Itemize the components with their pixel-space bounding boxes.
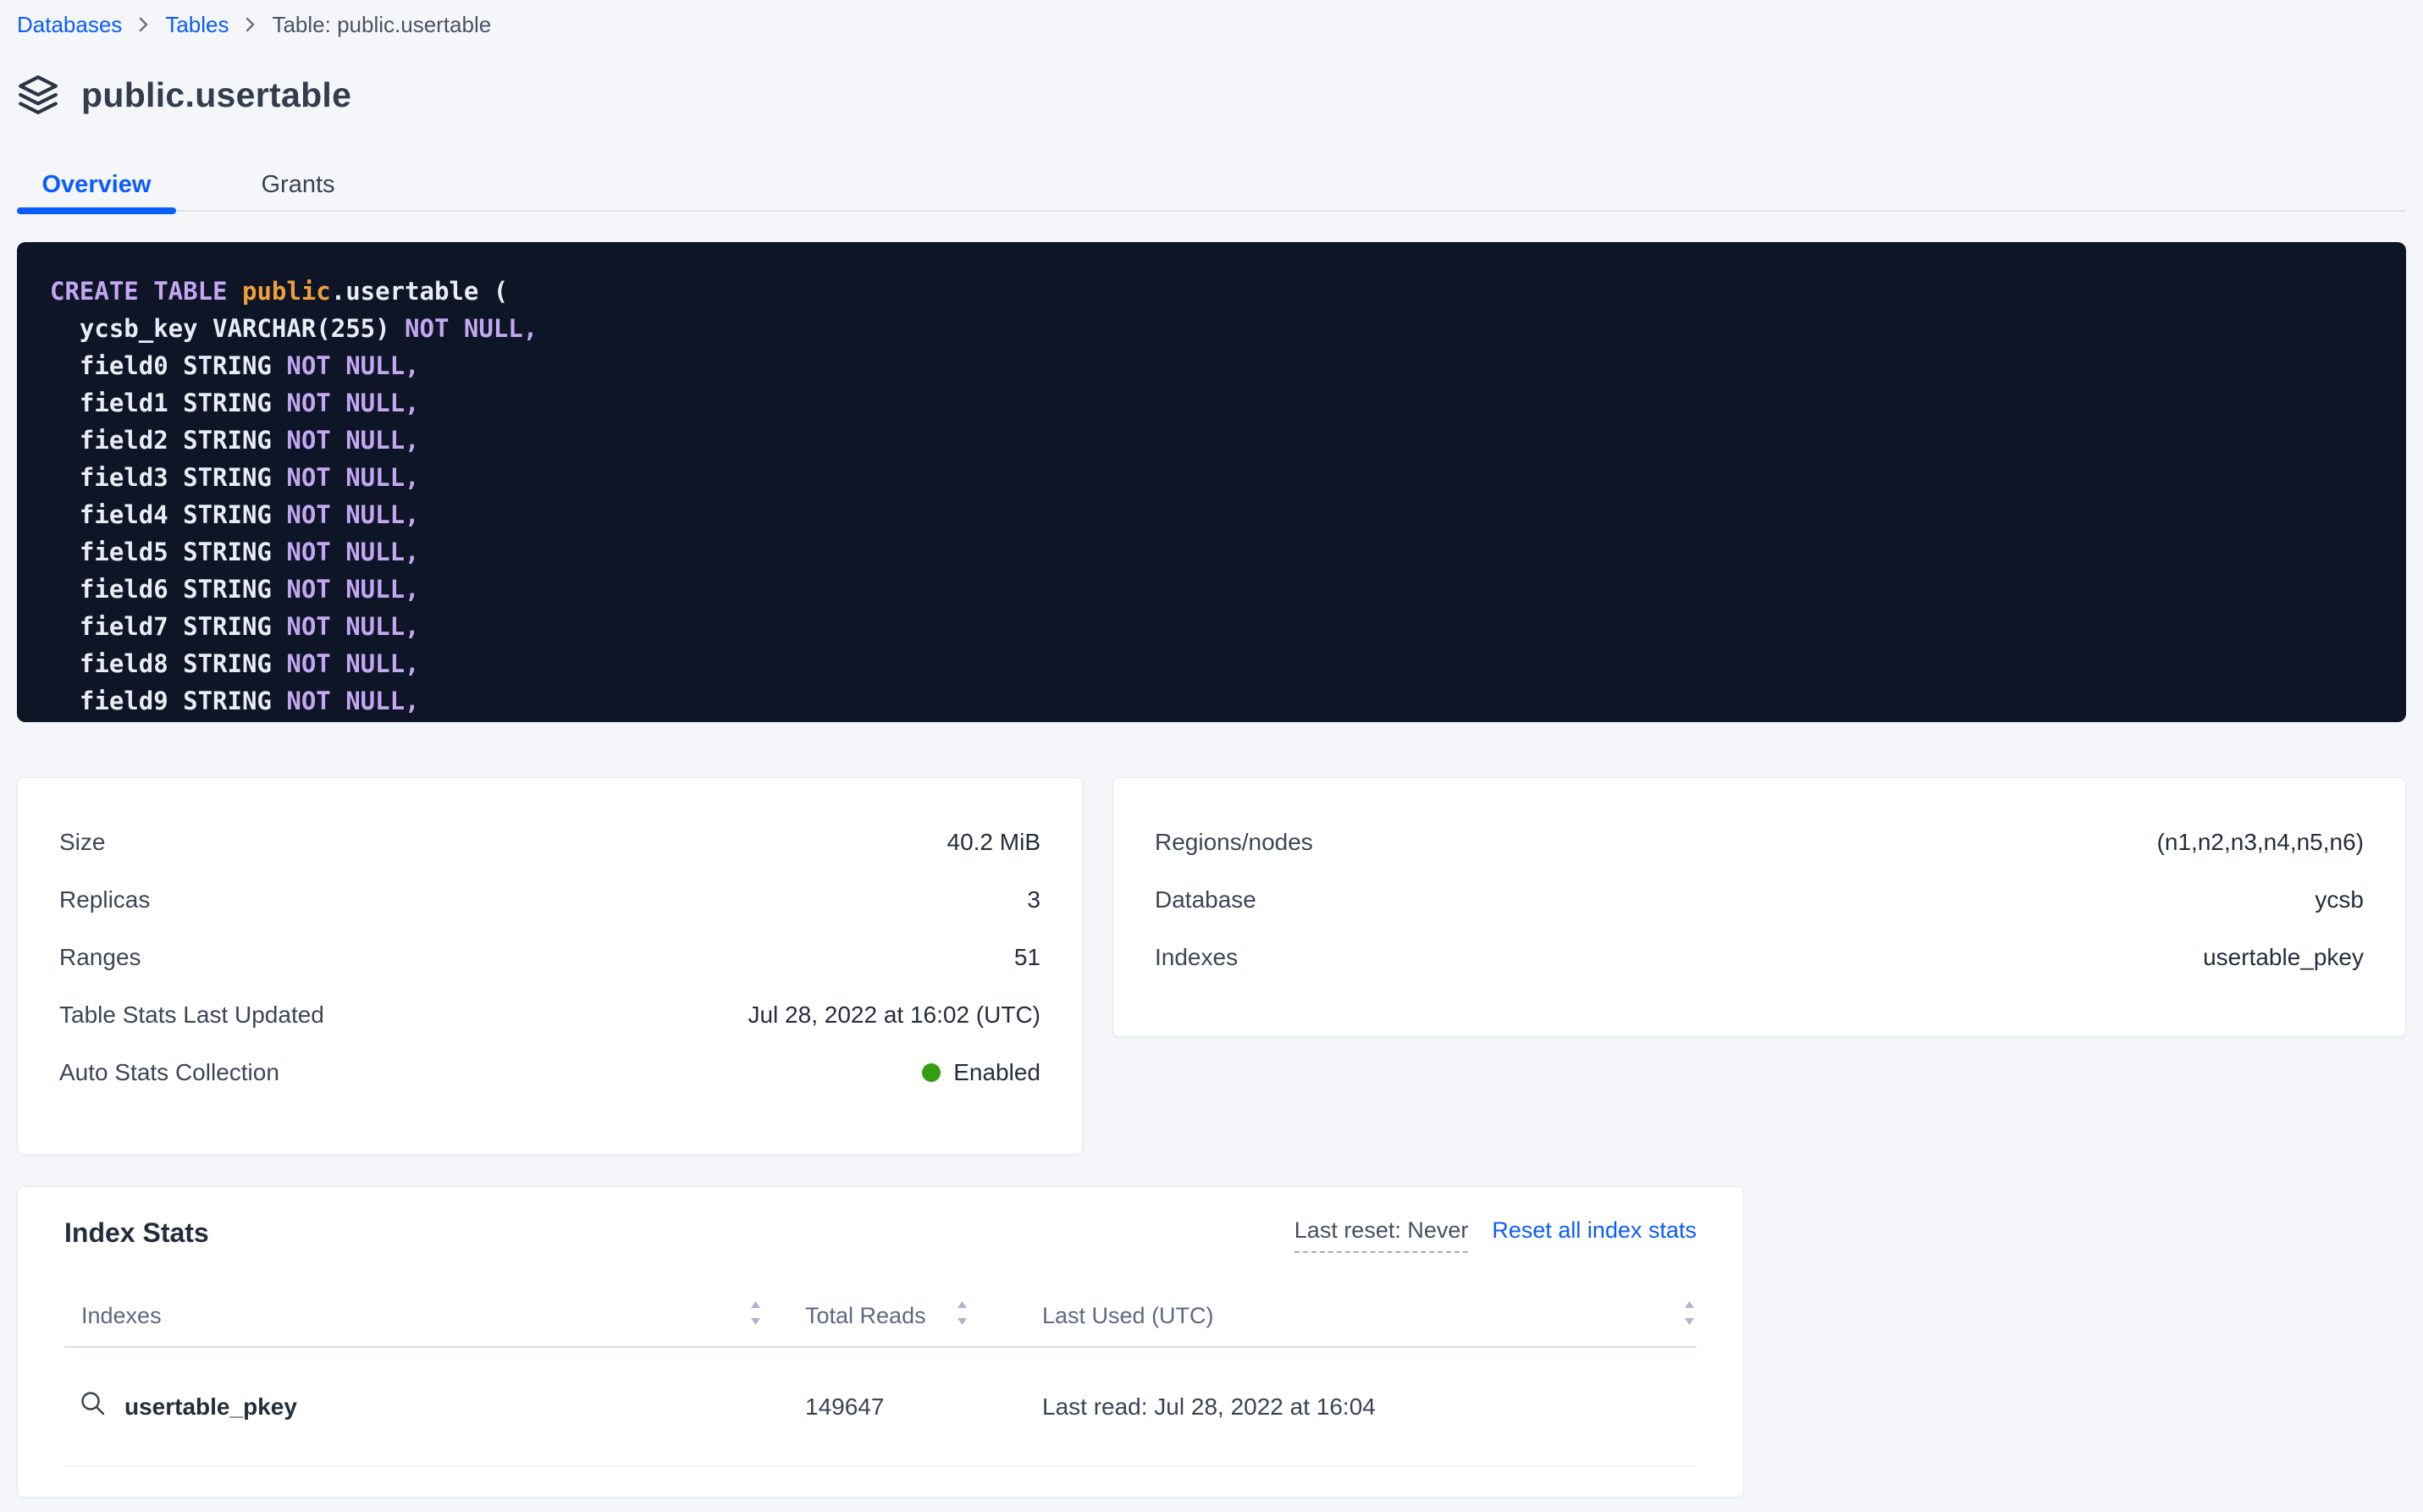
index-name-cell[interactable]: usertable_pkey [64,1389,805,1424]
stat-row-replicas: Replicas 3 [59,871,1040,929]
reset-index-stats-link[interactable]: Reset all index stats [1492,1217,1697,1244]
index-stats-title: Index Stats [64,1217,209,1249]
stat-label: Regions/nodes [1155,829,1313,856]
chevron-right-icon [244,15,257,34]
stat-label: Ranges [59,944,141,971]
column-label: Last Used (UTC) [1042,1303,1214,1329]
last-reset-label: Last reset: Never [1294,1217,1469,1253]
stat-row-ranges: Ranges 51 [59,929,1040,986]
create-table-statement: CREATE TABLE public.usertable ( ycsb_key… [17,242,2406,722]
stat-value: ycsb [2315,886,2364,913]
index-name[interactable]: usertable_pkey [124,1393,297,1421]
sort-arrows-icon[interactable] [955,1296,969,1336]
stat-value: 40.2 MiB [947,829,1041,856]
stat-label: Database [1155,886,1256,913]
stat-value: 51 [1014,944,1040,971]
stat-value: Jul 28, 2022 at 16:02 (UTC) [748,1002,1040,1029]
stat-row-size: Size 40.2 MiB [59,814,1040,871]
search-icon [79,1389,108,1424]
stat-label: Indexes [1155,944,1238,971]
index-table-header: Indexes Total Reads Last Used (UTC) [64,1285,1697,1348]
stat-value: (n1,n2,n3,n4,n5,n6) [2157,829,2364,856]
column-label: Total Reads [805,1303,926,1329]
column-header-indexes[interactable]: Indexes [64,1296,805,1336]
tab-grants[interactable]: Grants [225,159,371,210]
page-header: public.usertable [17,69,2406,120]
stat-label: Replicas [59,886,150,913]
stat-value: usertable_pkey [2203,944,2364,971]
layers-icon [17,74,59,116]
index-stats-card: Index Stats Last reset: Never Reset all … [17,1186,1744,1498]
page-title: public.usertable [81,75,351,115]
column-header-last-used[interactable]: Last Used (UTC) [1042,1296,1697,1336]
tab-bar: Overview Grants [17,159,2406,212]
stat-row-indexes: Indexes usertable_pkey [1155,929,2364,986]
enabled-status-dot [922,1063,941,1082]
tab-overview[interactable]: Overview [17,159,176,210]
reset-controls: Last reset: Never Reset all index stats [1294,1217,1697,1253]
details-section: Size 40.2 MiB Replicas 3 Ranges 51 Table… [17,777,2406,1155]
sort-arrows-icon[interactable] [748,1296,763,1336]
breadcrumb: Databases Tables Table: public.usertable [17,8,2406,41]
breadcrumb-link-databases[interactable]: Databases [17,12,122,38]
stat-row-regions: Regions/nodes (n1,n2,n3,n4,n5,n6) [1155,814,2364,871]
breadcrumb-link-tables[interactable]: Tables [165,12,229,38]
stat-row-auto-stats: Auto Stats Collection Enabled [59,1044,1040,1101]
stat-value: Enabled [922,1059,1040,1086]
status-text: Enabled [953,1059,1040,1086]
breadcrumb-current: Table: public.usertable [272,12,491,38]
stat-row-database: Database ycsb [1155,871,2364,929]
table-detail-page: Databases Tables Table: public.usertable… [0,0,2423,1512]
index-stats-header: Index Stats Last reset: Never Reset all … [64,1212,1697,1253]
table-meta-card: Regions/nodes (n1,n2,n3,n4,n5,n6) Databa… [1112,777,2406,1037]
chevron-right-icon [137,15,150,34]
sort-arrows-icon[interactable] [1682,1296,1697,1336]
column-header-total-reads[interactable]: Total Reads [805,1296,1042,1336]
index-table-row[interactable]: usertable_pkey 149647 Last read: Jul 28,… [64,1348,1697,1466]
stat-row-stats-updated: Table Stats Last Updated Jul 28, 2022 at… [59,986,1040,1044]
table-details-card: Size 40.2 MiB Replicas 3 Ranges 51 Table… [17,777,1083,1155]
stat-label: Table Stats Last Updated [59,1002,324,1029]
stat-label: Size [59,829,105,856]
stat-value: 3 [1027,886,1040,913]
last-used-cell: Last read: Jul 28, 2022 at 16:04 [1042,1393,1697,1421]
stat-label: Auto Stats Collection [59,1059,279,1086]
column-label: Indexes [81,1303,162,1329]
total-reads-cell: 149647 [805,1393,1042,1421]
